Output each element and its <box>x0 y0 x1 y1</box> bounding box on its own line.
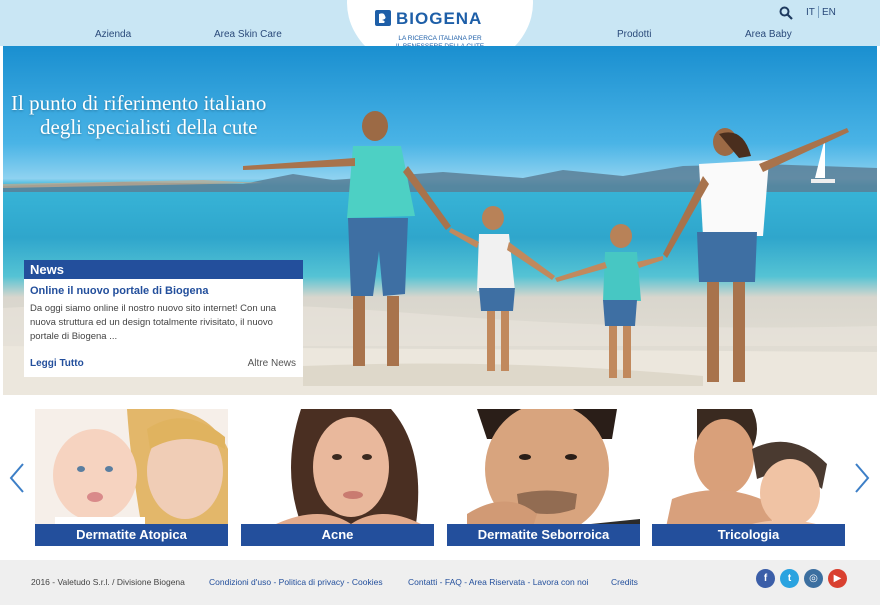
other-news-link[interactable]: Altre News <box>248 358 296 369</box>
footer-contact-links[interactable]: Contatti - FAQ - Area Riservata - Lavora… <box>408 577 588 587</box>
hero-headline-line-2: degli specialisti della cute <box>40 115 258 139</box>
news-article-title[interactable]: Online il nuovo portale di Biogena <box>30 285 208 297</box>
facebook-glyph: f <box>763 573 768 584</box>
news-article-excerpt: Da oggi siamo online il nostro nuovo sit… <box>30 303 277 342</box>
language-en[interactable]: EN <box>822 7 836 18</box>
category-card-acne[interactable]: Acne <box>241 409 434 546</box>
category-card-dermatite-atopica[interactable]: Dermatite Atopica <box>35 409 228 546</box>
biogena-logo-icon[interactable] <box>375 10 391 26</box>
category-label: Dermatite Seborroica <box>447 524 640 546</box>
brand-name[interactable]: BIOGENA <box>396 9 482 29</box>
youtube-icon[interactable]: ▶ <box>828 569 847 588</box>
news-heading: News <box>24 260 303 279</box>
news-box: News Online il nuovo portale di Biogena … <box>24 260 303 377</box>
nav-item-azienda[interactable]: Azienda <box>95 29 131 40</box>
category-label: Dermatite Atopica <box>35 524 228 546</box>
footer-copyright: 2016 - Valetudo S.r.l. / Divisione Bioge… <box>31 577 185 587</box>
twitter-icon[interactable]: t <box>780 569 799 588</box>
footer-credits-link[interactable]: Credits <box>611 577 638 587</box>
footer-legal-links[interactable]: Condizioni d'uso - Politica di privacy -… <box>209 577 383 587</box>
nav-item-area-baby[interactable]: Area Baby <box>745 29 792 40</box>
nav-item-area-skin-care[interactable]: Area Skin Care <box>214 29 282 40</box>
hero-headline: Il punto di riferimento italiano degli s… <box>11 91 266 139</box>
youtube-glyph: ▶ <box>833 573 842 584</box>
hero-headline-line-1: Il punto di riferimento italiano <box>11 91 267 115</box>
category-label: Tricologia <box>652 524 845 546</box>
facebook-icon[interactable]: f <box>756 569 775 588</box>
chevron-right-icon[interactable] <box>853 462 871 494</box>
nav-item-prodotti[interactable]: Prodotti <box>617 29 651 40</box>
language-it[interactable]: IT <box>806 7 815 18</box>
search-icon[interactable] <box>779 6 793 20</box>
category-card-tricologia[interactable]: Tricologia <box>652 409 845 546</box>
footer: 2016 - Valetudo S.r.l. / Divisione Bioge… <box>0 560 880 605</box>
instagram-glyph: ◎ <box>809 573 818 584</box>
tagline-line-1: LA RICERCA ITALIANA PER <box>398 35 482 42</box>
twitter-glyph: t <box>787 573 792 584</box>
category-label: Acne <box>241 524 434 546</box>
chevron-left-icon[interactable] <box>8 462 26 494</box>
category-card-dermatite-seborroica[interactable]: Dermatite Seborroica <box>447 409 640 546</box>
language-divider <box>818 6 819 18</box>
instagram-icon[interactable]: ◎ <box>804 569 823 588</box>
read-more-link[interactable]: Leggi Tutto <box>30 358 84 369</box>
